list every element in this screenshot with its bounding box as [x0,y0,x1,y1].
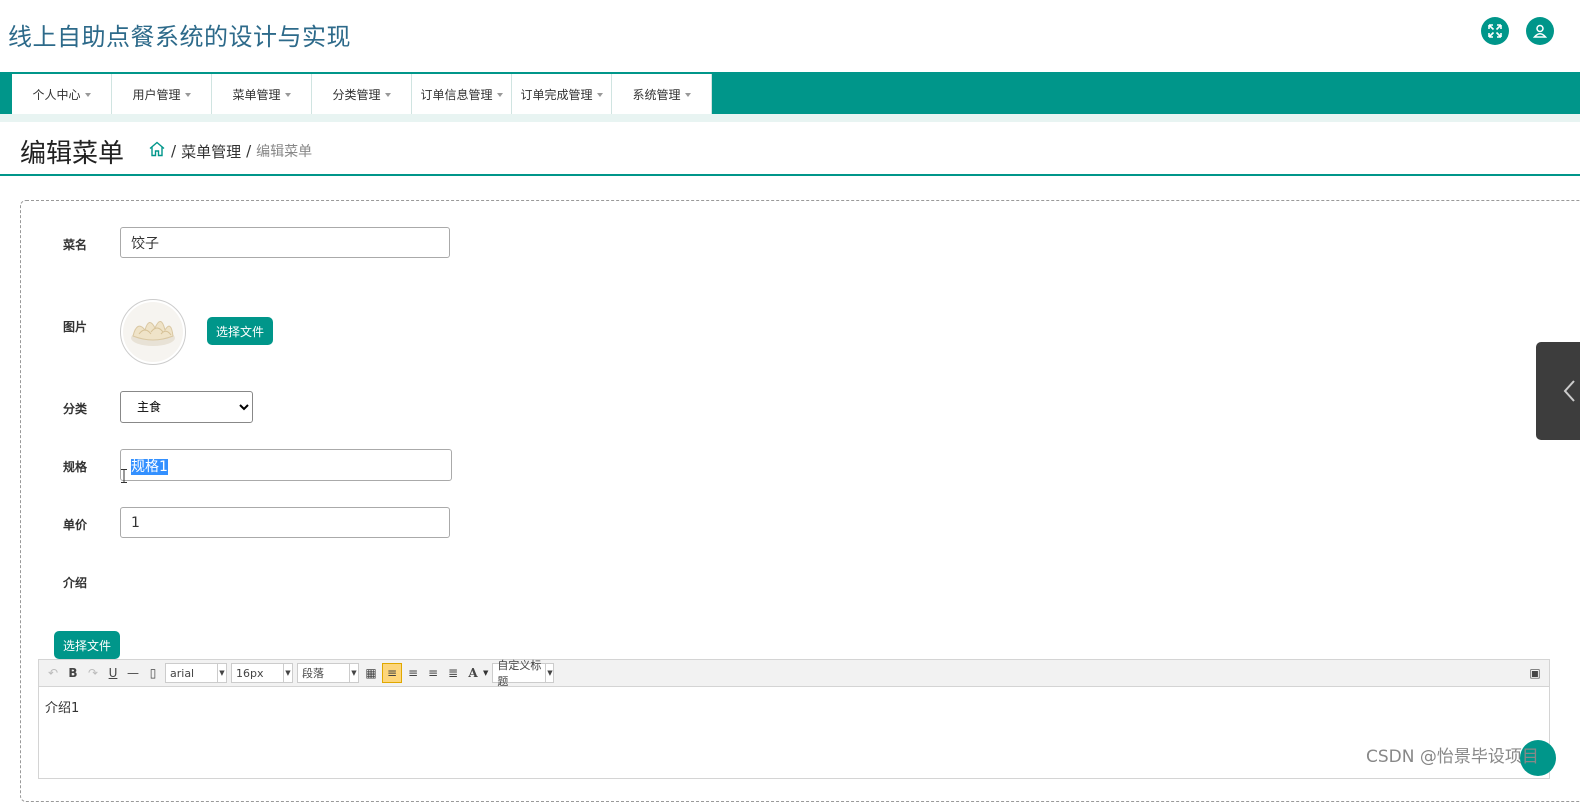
nav-item-user-management[interactable]: 用户管理 [112,74,212,114]
side-panel-toggle[interactable] [1536,342,1580,440]
caret-down-icon [284,92,291,97]
price-label: 单价 [63,518,88,532]
spec-input[interactable]: 规格1 [120,449,452,481]
nav-label: 订单信息管理 [420,87,493,102]
name-input[interactable] [120,227,450,258]
dropdown-arrow-icon: ▼ [283,664,292,682]
category-select[interactable]: 主食 [120,391,253,423]
breadcrumb-separator: / [171,142,177,160]
intro-choose-file-button[interactable]: 选择文件 [54,631,120,659]
nav-label: 系统管理 [632,87,681,102]
nav-label: 用户管理 [132,87,181,102]
horizontal-rule-icon[interactable]: — [124,664,142,682]
text-cursor-icon [121,468,127,483]
dish-image [120,299,186,365]
editor-toolbar: ↶ B ↷ U — ▯ arial ▼ 16px ▼ 段落 ▼ ▦ ≡ ≡ ≡ ≣ A… [38,659,1550,688]
app-title: 线上自助点餐系统的设计与实现 [8,23,351,51]
dropdown-arrow-icon: ▼ [217,664,226,682]
breadcrumb-section[interactable]: 菜单管理 [181,141,241,162]
spec-value: 规格1 [131,459,168,475]
custom-title-select[interactable]: 自定义标题 ▼ [492,659,555,688]
align-justify-icon[interactable]: ≣ [444,664,462,682]
custom-title-value: 自定义标题 [497,659,542,688]
breadcrumb-current: 编辑菜单 [256,144,313,160]
nav-item-order-complete-management[interactable]: 订单完成管理 [512,74,612,114]
font-size-select[interactable]: 16px ▼ [231,663,293,683]
underline-icon[interactable]: U [104,664,122,682]
font-size-value: 16px [236,666,264,680]
align-center-icon[interactable]: ≡ [424,664,442,682]
intro-label: 介绍 [63,576,88,590]
dropdown-arrow-icon[interactable]: ▼ [483,669,488,677]
fullscreen-editor-icon[interactable]: ▣ [1526,664,1544,682]
image-choose-file-button[interactable]: 选择文件 [207,317,273,345]
caret-down-icon [596,92,603,97]
font-color-icon[interactable]: A [464,664,482,682]
bold-icon[interactable]: B [64,664,82,682]
nav-label: 分类管理 [332,87,381,102]
price-input[interactable] [120,507,450,538]
nav-item-menu-management[interactable]: 菜单管理 [212,74,312,114]
redo-icon[interactable]: ↷ [84,664,102,682]
undo-icon[interactable]: ↶ [44,664,62,682]
editor-content[interactable]: 介绍1 [45,697,79,716]
caret-down-icon [384,92,391,97]
category-label: 分类 [63,402,88,416]
nav-item-personal-center[interactable]: 个人中心 [12,74,112,114]
font-family-value: arial [170,666,195,680]
font-family-select[interactable]: arial ▼ [165,663,227,683]
fullscreen-icon[interactable] [1481,17,1509,45]
caret-down-icon [496,92,503,97]
page-break-icon[interactable]: ▯ [144,664,162,682]
chevron-left-icon [1563,380,1575,402]
paragraph-value: 段落 [302,667,324,680]
dropdown-arrow-icon: ▼ [349,664,358,682]
dropdown-arrow-icon: ▼ [545,664,553,682]
nav-item-category-management[interactable]: 分类管理 [312,74,412,114]
image-label: 图片 [63,320,88,334]
nav-label: 订单完成管理 [520,87,593,102]
align-right-icon[interactable]: ≡ [404,664,422,682]
name-label: 菜名 [63,238,88,252]
paragraph-select[interactable]: 段落 ▼ [297,663,359,683]
nav-item-system-management[interactable]: 系统管理 [612,74,712,114]
caret-down-icon [84,92,91,97]
table-icon[interactable]: ▦ [362,664,380,682]
breadcrumb-separator: / [246,142,252,160]
caret-down-icon [184,92,191,97]
page-title: 编辑菜单 [20,139,125,169]
spec-label: 规格 [63,460,88,474]
align-left-icon[interactable]: ≡ [382,663,402,683]
nav-label: 个人中心 [32,87,81,102]
nav-item-order-info-management[interactable]: 订单信息管理 [412,74,512,114]
navbar-underline [0,114,1580,122]
breadcrumb: / 菜单管理 / 编辑菜单 [148,140,312,162]
user-icon[interactable] [1526,17,1554,45]
home-icon[interactable] [148,140,166,162]
watermark: CSDN @怡景毕设项目 [1366,747,1539,767]
caret-down-icon [684,92,691,97]
nav-label: 菜单管理 [232,87,281,102]
